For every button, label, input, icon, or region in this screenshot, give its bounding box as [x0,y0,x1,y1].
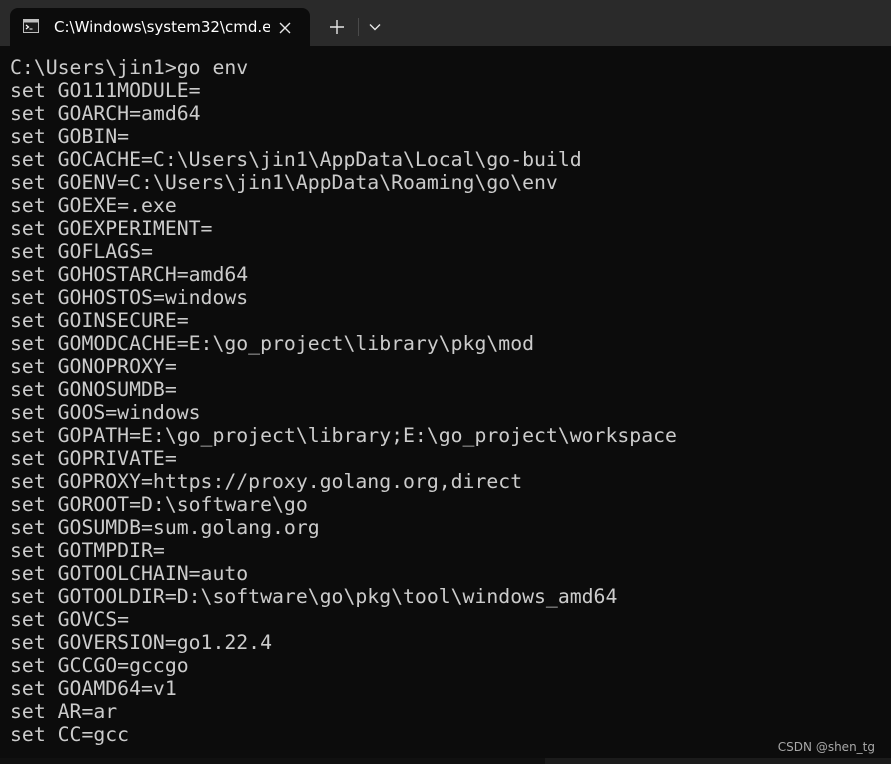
console-line: set GOROOT=D:\software\go [10,493,308,516]
console-line: set GOMODCACHE=E:\go_project\library\pkg… [10,332,535,355]
console-line: set GOAMD64=v1 [10,677,177,700]
console-line: set GOOS=windows [10,401,201,424]
tab-cmd[interactable]: C:\Windows\system32\cmd.exe [10,8,310,46]
watermark: CSDN @shen_tg [777,740,875,754]
plus-icon[interactable] [322,14,352,40]
console-line: set GOARCH=amd64 [10,102,201,125]
console-line: set GOHOSTOS=windows [10,286,249,309]
titlebar-divider [358,18,359,36]
console-line: set GOPRIVATE= [10,447,177,470]
close-icon[interactable] [274,17,296,39]
console-line: set GOVCS= [10,608,130,631]
cmd-prompt-icon [23,19,39,33]
console-line: set CC=gcc [10,723,130,746]
window-bottom-edge [0,758,891,764]
console-line: set GOFLAGS= [10,240,153,263]
console-line: set GOEXE=.exe [10,194,177,217]
console-line: set GOPROXY=https://proxy.golang.org,dir… [10,470,523,493]
title-bar: C:\Windows\system32\cmd.exe [0,0,891,46]
console-line: set GOEXPERIMENT= [10,217,213,240]
console-line: set GOSUMDB=sum.golang.org [10,516,320,539]
console-line: set GONOPROXY= [10,355,177,378]
console-line: set GCCGO=gccgo [10,654,189,677]
console-line: set GONOSUMDB= [10,378,177,401]
console-line: set GOPATH=E:\go_project\library;E:\go_p… [10,424,677,447]
console-line: set GO111MODULE= [10,79,201,102]
console-line: set AR=ar [10,700,118,723]
console-line-prompt: C:\Users\jin1>go env [10,56,249,79]
tab-title: C:\Windows\system32\cmd.exe [54,18,270,36]
console-line: set GOTOOLDIR=D:\software\go\pkg\tool\wi… [10,585,618,608]
console-line: set GOVERSION=go1.22.4 [10,631,273,654]
console-line: set GOBIN= [10,125,130,148]
console-output[interactable]: C:\Users\jin1>go env set GO111MODULE= set … [10,56,677,746]
terminal-window: C:\Windows\system32\cmd.exe C:\Users\jin… [0,0,891,764]
console-line: set GOENV=C:\Users\jin1\AppData\Roaming\… [10,171,558,194]
console-line: set GOTOOLCHAIN=auto [10,562,249,585]
console-line: set GOINSECURE= [10,309,189,332]
window-bottom-edge-segment [0,758,545,764]
console-line: set GOCACHE=C:\Users\jin1\AppData\Local\… [10,148,582,171]
console-line: set GOTMPDIR= [10,539,165,562]
chevron-down-icon[interactable] [362,14,388,40]
console-line: set GOHOSTARCH=amd64 [10,263,249,286]
